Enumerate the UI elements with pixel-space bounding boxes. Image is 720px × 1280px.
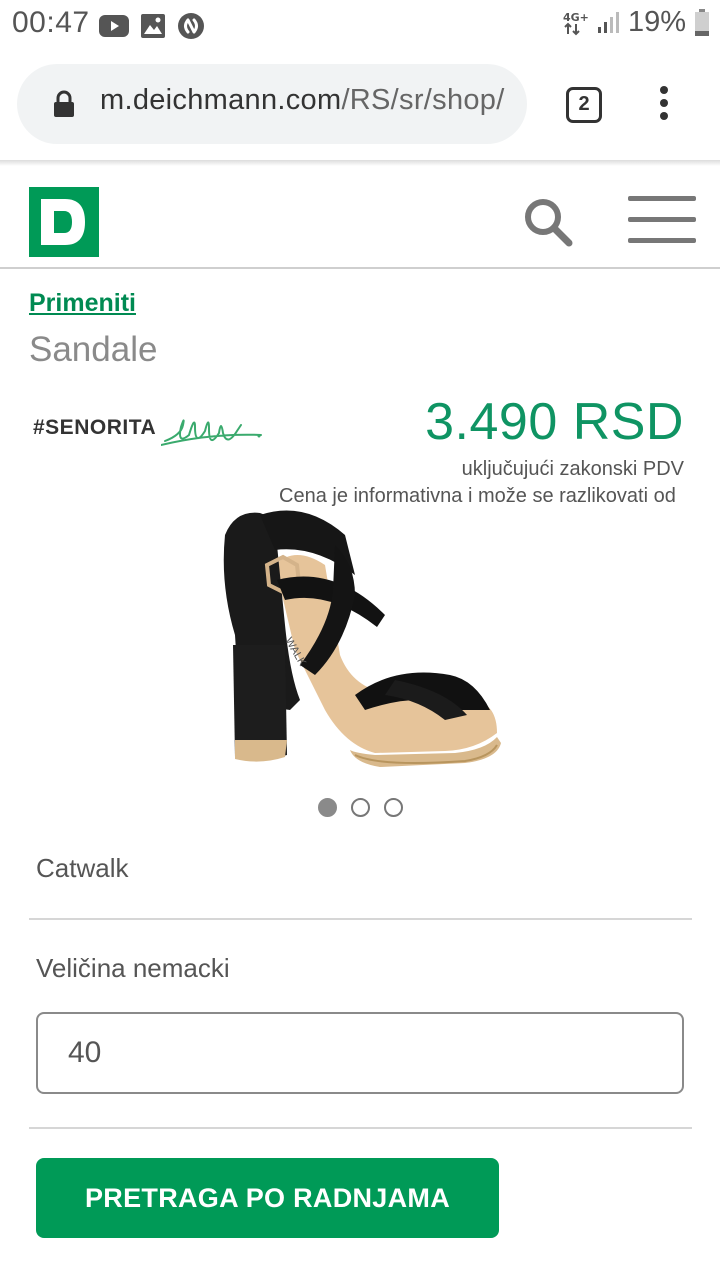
signature-icon xyxy=(161,419,262,446)
page: 00:47 4G+ 19% m.deichmann.com/RS/sr/shop… xyxy=(0,0,720,1280)
search-button[interactable] xyxy=(522,196,574,248)
breadcrumb-link[interactable]: Primeniti xyxy=(29,289,136,318)
status-right: 4G+ 19% xyxy=(562,6,710,39)
notification-icons xyxy=(99,12,205,40)
price: 3.490 RSD xyxy=(425,393,684,451)
battery-percent: 19% xyxy=(627,6,686,38)
battery-icon xyxy=(695,8,709,36)
signal-icon xyxy=(597,11,619,33)
status-time: 00:47 xyxy=(12,6,90,39)
carousel-dot-1[interactable] xyxy=(318,798,337,817)
search-icon xyxy=(525,199,573,247)
size-label: Veličina nemacki xyxy=(36,953,230,983)
store-search-button[interactable]: PRETRAGA PO RADNJAMA xyxy=(36,1158,499,1238)
size-select[interactable]: 40 xyxy=(36,1012,684,1094)
product-brand: Catwalk xyxy=(36,853,129,883)
carousel-dots xyxy=(318,798,403,817)
lock-icon xyxy=(54,90,74,117)
size-value: 40 xyxy=(68,1036,102,1069)
divider xyxy=(29,918,692,920)
youtube-icon xyxy=(99,15,129,37)
url-text: m.deichmann.com/RS/sr/shop/ xyxy=(100,84,510,117)
url-path: /RS/sr/shop/ xyxy=(341,84,505,116)
product-image[interactable]: WALK xyxy=(205,505,515,790)
carousel-dot-2[interactable] xyxy=(351,798,370,817)
network-4g-icon: 4G+ xyxy=(563,11,588,35)
browser-menu-icon[interactable] xyxy=(652,86,676,126)
tab-switcher-button[interactable]: 2 xyxy=(566,87,602,123)
divider xyxy=(29,1127,692,1129)
image-icon xyxy=(141,14,165,38)
deichmann-logo[interactable] xyxy=(29,187,99,257)
page-title: Sandale xyxy=(29,330,158,369)
url-host: m.deichmann.com xyxy=(100,84,342,116)
carousel-dot-3[interactable] xyxy=(384,798,403,817)
logo-d-icon xyxy=(41,199,87,249)
address-bar[interactable]: m.deichmann.com/RS/sr/shop/ xyxy=(17,64,527,144)
browser-toolbar: m.deichmann.com/RS/sr/shop/ 2 xyxy=(0,50,720,160)
svg-text:4G+: 4G+ xyxy=(563,11,588,24)
status-bar: 00:47 4G+ 19% xyxy=(0,0,720,50)
senorita-tag: #SENORITA xyxy=(33,416,157,439)
vat-note: uključujući zakonski PDV xyxy=(461,458,684,480)
sandal-image: WALK xyxy=(223,510,501,767)
site-header xyxy=(0,166,720,269)
shazam-icon xyxy=(178,13,204,39)
hamburger-menu-icon[interactable] xyxy=(628,196,696,244)
